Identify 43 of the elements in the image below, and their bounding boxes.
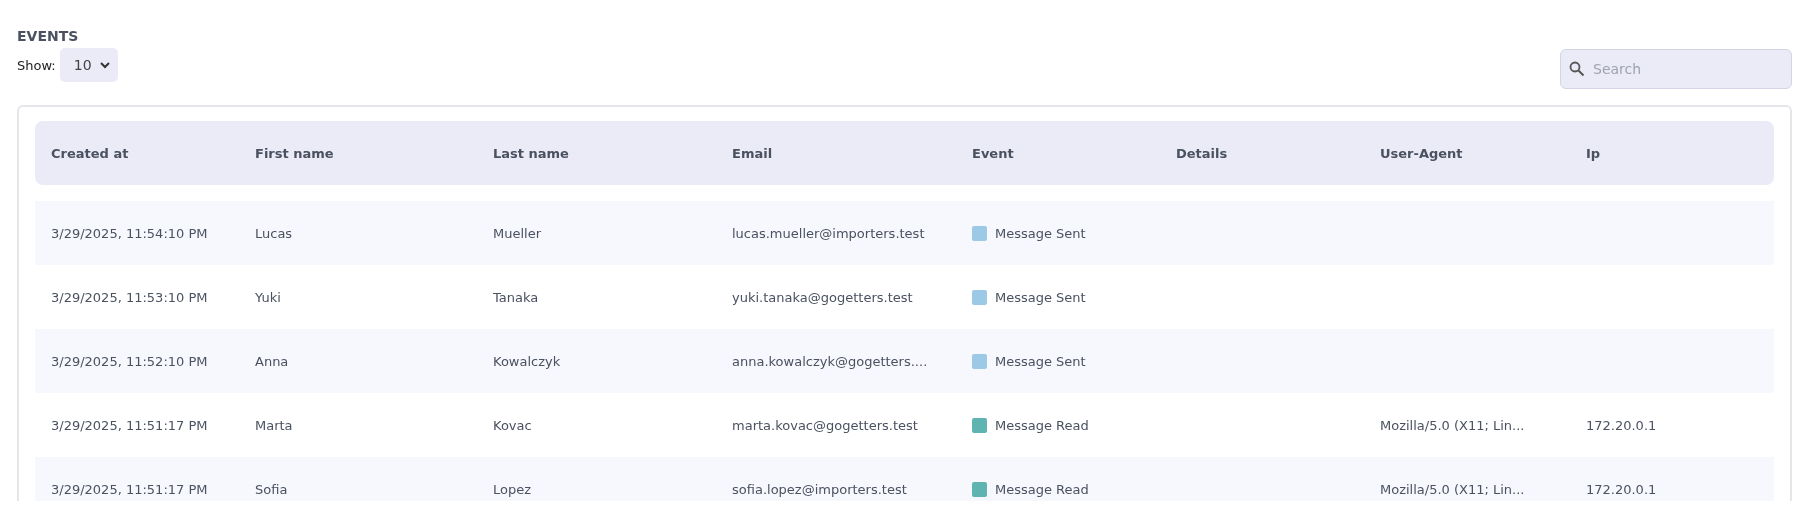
- table-cell-text: marta.kovac@gogetters.test: [732, 417, 919, 433]
- table-cell-text: 3/29/2025, 11:51:17 PM: [51, 417, 209, 433]
- table-cell-text: Yuki: [255, 289, 282, 305]
- table-cell-text: 172.20.0.1: [1586, 481, 1658, 497]
- table-cell-text: Kovac: [493, 417, 533, 433]
- table-cell-text: Lopez: [493, 481, 533, 497]
- table-cell-text: Marta: [255, 417, 294, 433]
- table-cell-text: 3/29/2025, 11:54:10 PM: [51, 225, 209, 241]
- table-cell-text: 3/29/2025, 11:52:10 PM: [51, 353, 209, 369]
- chevron-down-icon: [99, 61, 110, 69]
- table-cell-text: Mozilla/5.0 (X11; Lin...: [1380, 481, 1526, 497]
- table-cell: Message Read: [995, 481, 1089, 497]
- table-cell-text: Mueller: [493, 225, 543, 241]
- column-header: Ip: [1586, 145, 1602, 161]
- column-header: Details: [1176, 145, 1229, 161]
- table-cell-text: Mozilla/5.0 (X11; Lin...: [1380, 417, 1526, 433]
- search-icon: [1569, 61, 1585, 77]
- table-cell-text: 3/29/2025, 11:51:17 PM: [51, 481, 209, 497]
- page-title: EVENTS: [17, 28, 80, 44]
- column-header: User-Agent: [1380, 145, 1464, 161]
- table-cell-text: Anna: [255, 353, 290, 369]
- table-cell-text: Lucas: [255, 225, 294, 241]
- show-label: Show:: [17, 57, 56, 73]
- table-cell-text: anna.kowalczyk@gogetters....: [732, 353, 929, 369]
- table-cell: Message Read: [995, 417, 1089, 433]
- table-cell-text: sofia.lopez@importers.test: [732, 481, 908, 497]
- column-header: Last name: [493, 145, 570, 161]
- table-cell-text: lucas.mueller@importers.test: [732, 225, 926, 241]
- table-cell-text: 172.20.0.1: [1586, 417, 1658, 433]
- table-cell-text: Tanaka: [493, 289, 540, 305]
- column-header: First name: [255, 145, 335, 161]
- table-cell-text: Kowalczyk: [493, 353, 562, 369]
- table-cell: Message Sent: [995, 353, 1086, 369]
- column-header: Created at: [51, 145, 130, 161]
- search-field[interactable]: Search: [1560, 49, 1792, 89]
- table-cell-text: yuki.tanaka@gogetters.test: [732, 289, 914, 305]
- column-header: Email: [732, 145, 774, 161]
- page-size-select[interactable]: 10: [59, 48, 118, 82]
- table-cell: Message Sent: [995, 225, 1086, 241]
- table-cell-text: Sofia: [255, 481, 289, 497]
- table-cell-text: 3/29/2025, 11:53:10 PM: [51, 289, 209, 305]
- table-cell: Message Sent: [995, 289, 1086, 305]
- column-header: Event: [972, 145, 1015, 161]
